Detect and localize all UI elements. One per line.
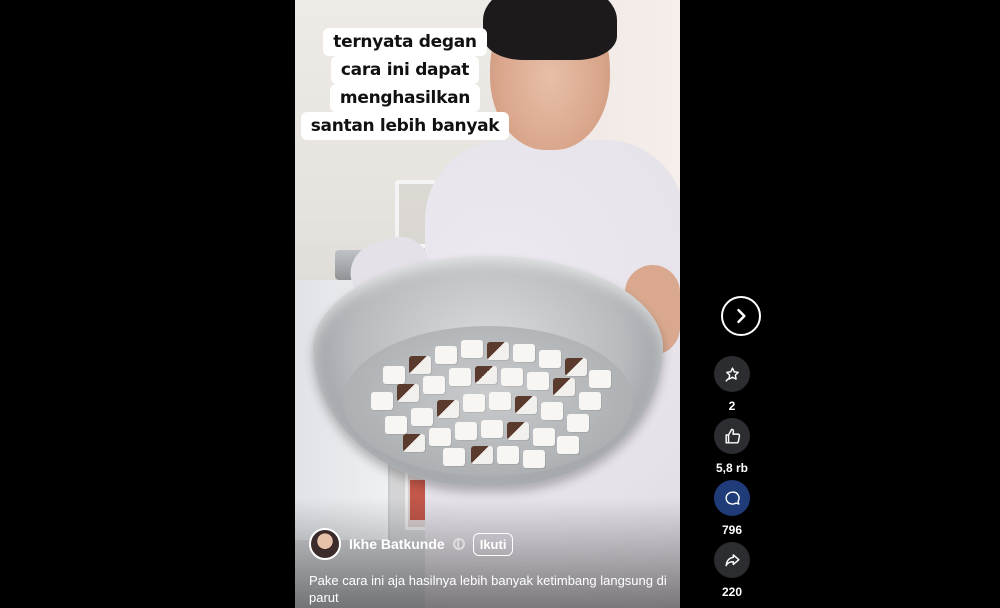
action-circle[interactable] xyxy=(714,356,750,392)
star-sparkle-icon xyxy=(724,366,739,382)
author-name[interactable]: Ikhe Batkunde xyxy=(349,536,445,552)
share-count: 220 xyxy=(721,585,743,599)
like-count: 5,8 rb xyxy=(715,461,748,475)
caption-line: cara ini dapat xyxy=(330,56,480,84)
video-person-hair xyxy=(483,0,617,60)
chevron-right-icon xyxy=(737,308,746,324)
share-icon xyxy=(724,553,740,566)
comment-count: 796 xyxy=(721,523,743,537)
comment-icon xyxy=(724,490,740,505)
globe-icon xyxy=(452,538,465,550)
comment-button[interactable]: 796 xyxy=(714,480,750,537)
video-caption: ternyata degan cara ini dapat menghasilk… xyxy=(300,28,510,140)
caption-line: santan lebih banyak xyxy=(300,112,510,140)
reaction-star-button[interactable]: 2 xyxy=(714,356,750,413)
share-button[interactable]: 220 xyxy=(714,542,750,599)
action-circle[interactable] xyxy=(714,480,750,516)
avatar[interactable] xyxy=(309,528,341,560)
caption-line: ternyata degan xyxy=(323,28,487,56)
reaction-count: 2 xyxy=(728,399,736,413)
action-circle[interactable] xyxy=(714,418,750,454)
caption-line: menghasilkan xyxy=(329,84,481,112)
author-row: Ikhe Batkunde Ikuti xyxy=(309,528,514,560)
video-bowl-inner xyxy=(343,326,633,476)
thumbs-up-icon xyxy=(724,428,740,444)
video-description[interactable]: Pake cara ini aja hasilnya lebih banyak … xyxy=(309,572,669,606)
like-button[interactable]: 5,8 rb xyxy=(714,418,750,475)
action-circle[interactable] xyxy=(714,542,750,578)
next-video-button[interactable] xyxy=(721,296,761,336)
follow-button[interactable]: Ikuti xyxy=(472,532,514,556)
video-player[interactable]: ternyata degan cara ini dapat menghasilk… xyxy=(295,0,680,608)
